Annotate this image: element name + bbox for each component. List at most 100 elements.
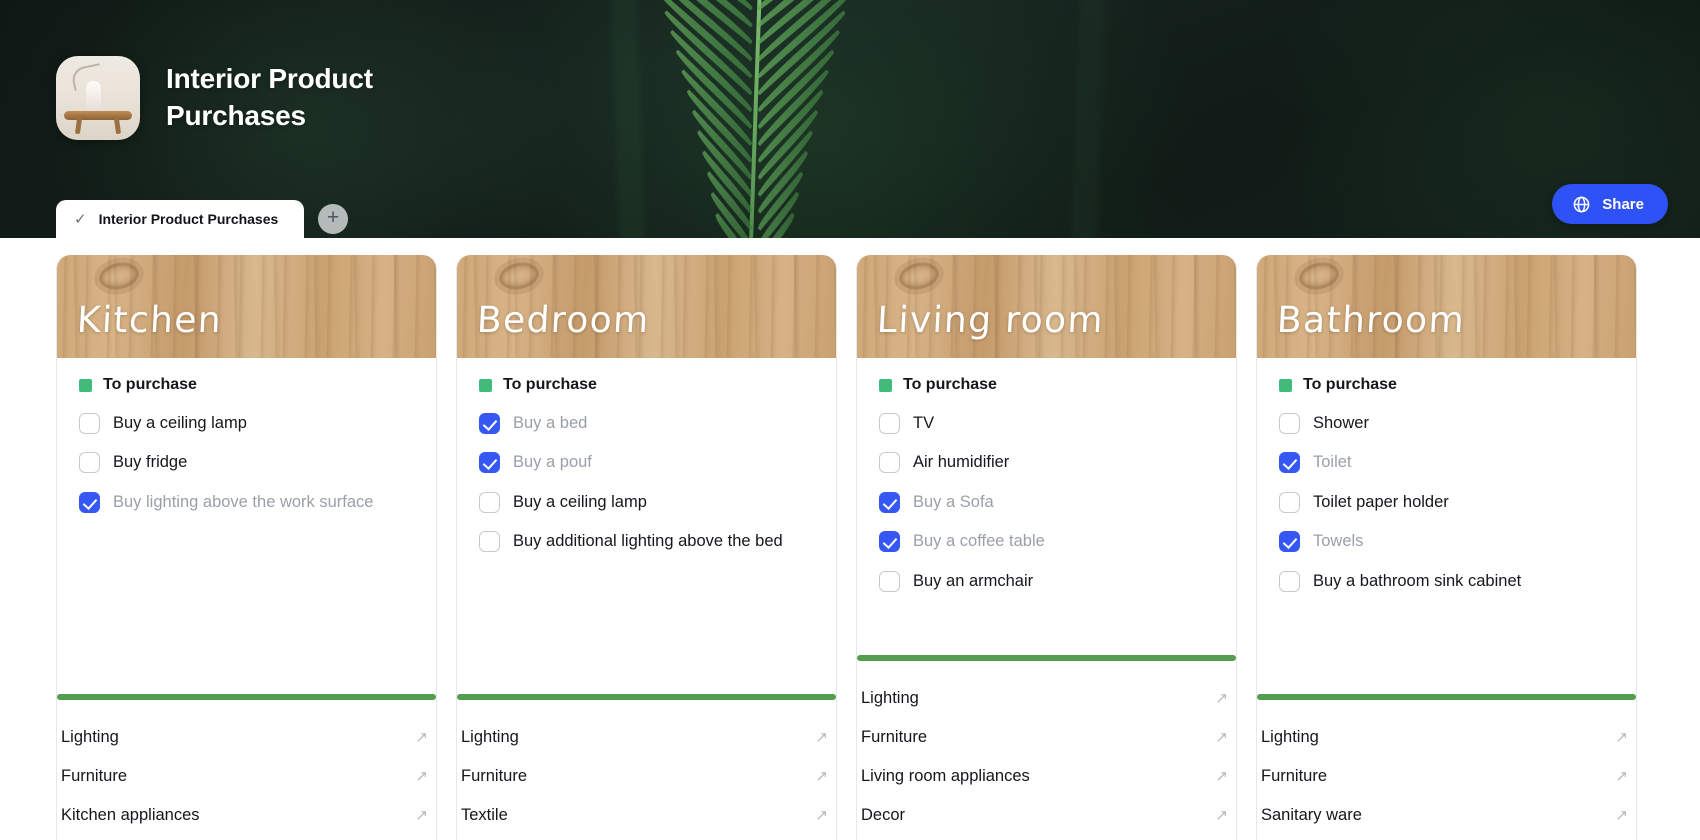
wood-knot-decoration <box>496 259 542 293</box>
checkbox-checked-icon[interactable] <box>479 413 500 434</box>
link-label: Lighting <box>461 728 519 746</box>
card-body: To purchase Buy a ceiling lamp Buy fridge B… <box>57 358 436 522</box>
board-card: Living room To purchase TV Air humidifier Bu… <box>856 255 1237 840</box>
checkbox-unchecked-icon[interactable] <box>1279 570 1300 592</box>
link-label: Kitchen appliances <box>61 806 200 824</box>
tab-interior-product-purchases[interactable]: ✓ Interior Product Purchases <box>56 200 304 238</box>
todo-item[interactable]: Buy fridge <box>79 443 416 482</box>
todo-label: Towels <box>1313 532 1364 551</box>
arrow-up-right-icon: ↗ <box>1215 768 1228 785</box>
link-row[interactable]: Lighting ↗ <box>59 718 434 757</box>
todo-label: Toilet <box>1313 453 1352 472</box>
checkbox-checked-icon[interactable] <box>879 531 900 553</box>
link-label: Furniture <box>861 728 928 746</box>
link-row[interactable]: Lighting ↗ <box>859 679 1234 718</box>
checkbox-checked-icon[interactable] <box>479 452 500 474</box>
todo-label: Air humidifier <box>913 453 1010 472</box>
todo-label: Buy fridge <box>113 453 188 472</box>
link-row[interactable]: Lighting ↗ <box>1259 718 1634 757</box>
todo-label: Buy a pouf <box>513 453 592 472</box>
todo-label: Buy a Sofa <box>913 492 994 511</box>
green-square-icon <box>79 378 92 392</box>
checkbox-checked-icon[interactable] <box>879 491 900 513</box>
card-divider-section: Lighting ↗ Furniture ↗ Sanitary ware ↗ Accesso… <box>1257 686 1636 840</box>
link-row[interactable]: Kitchen accessories↗ <box>59 835 434 840</box>
link-row[interactable]: Furniture ↗ <box>1259 757 1634 796</box>
todo-item[interactable]: Buy a pouf <box>479 443 816 482</box>
link-row[interactable]: Furniture ↗ <box>59 757 434 796</box>
card-title: Kitchen <box>75 300 224 341</box>
checkbox-unchecked-icon[interactable] <box>479 491 500 513</box>
green-square-icon <box>879 378 892 392</box>
todo-item[interactable]: Buy a Sofa <box>879 483 1216 522</box>
link-row[interactable]: Kitchen appliances ↗ <box>59 796 434 835</box>
card-header: Bathroom <box>1257 255 1636 358</box>
link-row[interactable]: Living room appliances ↗ <box>859 757 1234 796</box>
todo-item[interactable]: Buy an armchair <box>879 562 1216 601</box>
share-button[interactable]: Share <box>1552 184 1668 224</box>
todo-label: TV <box>913 414 935 432</box>
link-row[interactable]: Furniture ↗ <box>459 757 834 796</box>
todo-label: Buy a bathroom sink cabinet <box>1313 571 1522 590</box>
arrow-up-right-icon: ↗ <box>1615 768 1628 785</box>
todo-label: Shower <box>1313 414 1369 432</box>
todo-item[interactable]: TV <box>879 404 1216 443</box>
todo-item[interactable]: Shower <box>1279 404 1616 443</box>
link-label: Lighting <box>61 728 119 746</box>
board-card: Bathroom To purchase Shower Toilet Toilet pa… <box>1256 255 1637 840</box>
todo-item[interactable]: Buy lighting above the work surface <box>79 483 416 522</box>
link-label: Sanitary ware <box>1261 806 1362 824</box>
card-divider-section: Lighting ↗ Furniture ↗ Living room appliance… <box>857 647 1236 840</box>
checkbox-unchecked-icon[interactable] <box>479 531 500 553</box>
link-label: Textile <box>461 806 508 824</box>
todo-item[interactable]: Towels <box>1279 522 1616 561</box>
link-row[interactable]: Decor↗ <box>459 835 834 840</box>
todo-item[interactable]: Buy a bed <box>479 404 816 443</box>
todo-label: Buy lighting above the work surface <box>113 492 374 511</box>
card-header: Kitchen <box>57 255 436 358</box>
todo-item[interactable]: Buy a ceiling lamp <box>479 483 816 522</box>
todo-item[interactable]: Buy a coffee table <box>879 522 1216 561</box>
board-banner: Interior Product Purchases ✓ Interior Pr… <box>0 0 1700 238</box>
link-row[interactable]: Furniture ↗ <box>859 718 1234 757</box>
checkbox-unchecked-icon[interactable] <box>879 452 900 474</box>
section-header: To purchase <box>877 358 1216 402</box>
todo-label: Buy an armchair <box>913 571 1034 590</box>
board-brand: Interior Product Purchases <box>56 56 426 140</box>
link-label: Lighting <box>861 689 919 707</box>
plus-icon: + <box>326 206 340 229</box>
arrow-up-right-icon: ↗ <box>1215 807 1228 824</box>
checkbox-unchecked-icon[interactable] <box>79 452 100 474</box>
checkbox-checked-icon[interactable] <box>79 491 100 513</box>
arrow-up-right-icon: ↗ <box>1215 729 1228 746</box>
card-title: Living room <box>875 300 1106 341</box>
todo-item[interactable]: Buy a bathroom sink cabinet <box>1279 562 1616 601</box>
todo-item[interactable]: Buy a ceiling lamp <box>79 404 416 443</box>
arrow-up-right-icon: ↗ <box>415 807 428 824</box>
green-square-icon <box>1279 378 1292 392</box>
checkbox-unchecked-icon[interactable] <box>879 413 900 434</box>
check-icon: ✓ <box>74 211 87 228</box>
arrow-up-right-icon: ↗ <box>815 807 828 824</box>
checkbox-unchecked-icon[interactable] <box>1279 413 1300 434</box>
todo-item[interactable]: Toilet <box>1279 443 1616 482</box>
add-tab-button[interactable]: + <box>318 204 348 234</box>
checkbox-checked-icon[interactable] <box>1279 452 1300 474</box>
tab-label: Interior Product Purchases <box>98 211 279 227</box>
link-row[interactable]: Textile ↗ <box>459 796 834 835</box>
checkbox-unchecked-icon[interactable] <box>879 570 900 592</box>
checkbox-unchecked-icon[interactable] <box>1279 491 1300 513</box>
link-row[interactable]: Textile↗ <box>859 835 1234 840</box>
link-row[interactable]: Accessories↗ <box>1259 835 1634 840</box>
todo-item[interactable]: Toilet paper holder <box>1279 483 1616 522</box>
todo-label: Toilet paper holder <box>1313 492 1449 511</box>
checkbox-checked-icon[interactable] <box>1279 531 1300 553</box>
link-row[interactable]: Sanitary ware ↗ <box>1259 796 1634 835</box>
wood-knot-decoration <box>1296 259 1342 293</box>
link-label: Furniture <box>461 767 528 785</box>
todo-item[interactable]: Buy additional lighting above the bed <box>479 522 816 561</box>
todo-item[interactable]: Air humidifier <box>879 443 1216 482</box>
checkbox-unchecked-icon[interactable] <box>79 413 100 434</box>
link-row[interactable]: Decor↗ <box>859 796 1234 835</box>
link-row[interactable]: Lighting ↗ <box>459 718 834 757</box>
